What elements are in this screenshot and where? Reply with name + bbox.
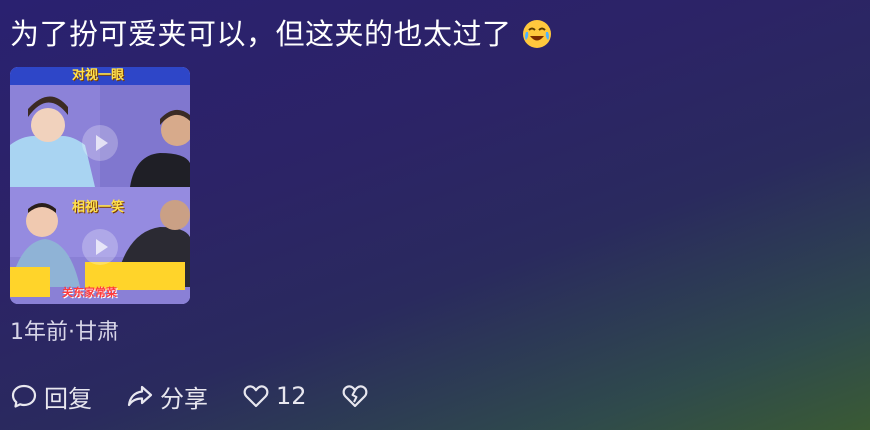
crying-laughing-emoji-icon xyxy=(522,20,551,48)
dislike-button[interactable] xyxy=(341,382,375,410)
caption-banner: 关东家常菜 xyxy=(62,286,117,299)
caption-bottom: 相视一笑 xyxy=(72,200,125,215)
like-count: 12 xyxy=(276,382,307,410)
video-frame-bottom: 相视一笑 关东家常菜 xyxy=(10,187,190,304)
comment-bubble-icon xyxy=(11,384,37,408)
share-label: 分享 xyxy=(160,384,208,413)
share-arrow-icon xyxy=(127,385,153,407)
play-icon xyxy=(82,229,118,265)
comment-meta: 1年前·甘肃 xyxy=(10,320,119,345)
caption-top: 对视一眼 xyxy=(72,68,125,83)
share-button[interactable]: 分享 xyxy=(126,379,208,414)
like-button[interactable]: 12 xyxy=(242,382,307,410)
broken-heart-icon xyxy=(342,385,367,408)
video-frame-top: 对视一眼 xyxy=(10,67,190,187)
play-icon xyxy=(82,125,118,161)
comment-text: 为了扮可爱夹可以，但这夹的也太过了 xyxy=(10,17,512,51)
reply-label: 回复 xyxy=(44,384,92,413)
reply-button[interactable]: 回复 xyxy=(10,379,92,414)
comment-block: 为了扮可爱夹可以，但这夹的也太过了 xyxy=(10,14,860,54)
heart-icon xyxy=(243,385,269,408)
video-thumbnail[interactable]: 对视一眼 相视一笑 关东家常菜 xyxy=(10,67,190,304)
comment-text-row: 为了扮可爱夹可以，但这夹的也太过了 xyxy=(10,14,860,54)
action-bar: 回复 分享 12 xyxy=(10,378,375,414)
